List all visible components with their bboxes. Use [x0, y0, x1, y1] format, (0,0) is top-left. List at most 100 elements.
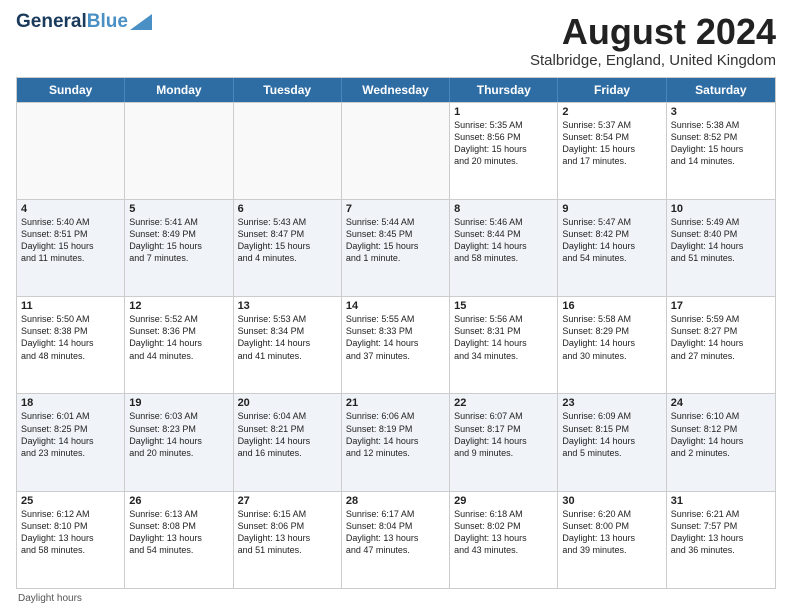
cal-day-19: 19Sunrise: 6:03 AM Sunset: 8:23 PM Dayli…	[125, 394, 233, 490]
day-info: Sunrise: 6:15 AM Sunset: 8:06 PM Dayligh…	[238, 508, 337, 557]
cal-day-7: 7Sunrise: 5:44 AM Sunset: 8:45 PM Daylig…	[342, 200, 450, 296]
day-header-sunday: Sunday	[17, 78, 125, 102]
day-info: Sunrise: 5:49 AM Sunset: 8:40 PM Dayligh…	[671, 216, 771, 265]
calendar-row-3: 11Sunrise: 5:50 AM Sunset: 8:38 PM Dayli…	[17, 296, 775, 393]
day-number: 10	[671, 203, 771, 215]
cal-empty	[17, 103, 125, 199]
page: GeneralBlue August 2024 Stalbridge, Engl…	[0, 0, 792, 612]
day-number: 15	[454, 300, 553, 312]
cal-day-2: 2Sunrise: 5:37 AM Sunset: 8:54 PM Daylig…	[558, 103, 666, 199]
cal-day-8: 8Sunrise: 5:46 AM Sunset: 8:44 PM Daylig…	[450, 200, 558, 296]
day-info: Sunrise: 6:04 AM Sunset: 8:21 PM Dayligh…	[238, 410, 337, 459]
day-number: 29	[454, 495, 553, 507]
cal-day-31: 31Sunrise: 6:21 AM Sunset: 7:57 PM Dayli…	[667, 492, 775, 588]
day-info: Sunrise: 5:59 AM Sunset: 8:27 PM Dayligh…	[671, 313, 771, 362]
logo-blue: Blue	[87, 11, 128, 32]
day-number: 30	[562, 495, 661, 507]
day-number: 7	[346, 203, 445, 215]
cal-day-22: 22Sunrise: 6:07 AM Sunset: 8:17 PM Dayli…	[450, 394, 558, 490]
cal-empty	[234, 103, 342, 199]
cal-day-17: 17Sunrise: 5:59 AM Sunset: 8:27 PM Dayli…	[667, 297, 775, 393]
day-info: Sunrise: 5:38 AM Sunset: 8:52 PM Dayligh…	[671, 119, 771, 168]
title-block: August 2024 Stalbridge, England, United …	[530, 12, 776, 69]
cal-day-18: 18Sunrise: 6:01 AM Sunset: 8:25 PM Dayli…	[17, 394, 125, 490]
day-number: 24	[671, 397, 771, 409]
day-number: 26	[129, 495, 228, 507]
cal-day-25: 25Sunrise: 6:12 AM Sunset: 8:10 PM Dayli…	[17, 492, 125, 588]
calendar-row-4: 18Sunrise: 6:01 AM Sunset: 8:25 PM Dayli…	[17, 393, 775, 490]
day-number: 4	[21, 203, 120, 215]
day-number: 8	[454, 203, 553, 215]
day-number: 2	[562, 106, 661, 118]
day-number: 28	[346, 495, 445, 507]
header: GeneralBlue August 2024 Stalbridge, Engl…	[16, 12, 776, 69]
day-info: Sunrise: 6:13 AM Sunset: 8:08 PM Dayligh…	[129, 508, 228, 557]
day-header-tuesday: Tuesday	[234, 78, 342, 102]
day-number: 22	[454, 397, 553, 409]
day-header-friday: Friday	[558, 78, 666, 102]
cal-day-11: 11Sunrise: 5:50 AM Sunset: 8:38 PM Dayli…	[17, 297, 125, 393]
calendar: SundayMondayTuesdayWednesdayThursdayFrid…	[16, 77, 776, 589]
day-info: Sunrise: 6:09 AM Sunset: 8:15 PM Dayligh…	[562, 410, 661, 459]
day-info: Sunrise: 6:01 AM Sunset: 8:25 PM Dayligh…	[21, 410, 120, 459]
cal-day-26: 26Sunrise: 6:13 AM Sunset: 8:08 PM Dayli…	[125, 492, 233, 588]
day-info: Sunrise: 5:35 AM Sunset: 8:56 PM Dayligh…	[454, 119, 553, 168]
cal-day-23: 23Sunrise: 6:09 AM Sunset: 8:15 PM Dayli…	[558, 394, 666, 490]
day-info: Sunrise: 5:56 AM Sunset: 8:31 PM Dayligh…	[454, 313, 553, 362]
day-info: Sunrise: 5:55 AM Sunset: 8:33 PM Dayligh…	[346, 313, 445, 362]
day-number: 9	[562, 203, 661, 215]
day-number: 18	[21, 397, 120, 409]
day-info: Sunrise: 5:50 AM Sunset: 8:38 PM Dayligh…	[21, 313, 120, 362]
day-info: Sunrise: 6:18 AM Sunset: 8:02 PM Dayligh…	[454, 508, 553, 557]
day-info: Sunrise: 5:46 AM Sunset: 8:44 PM Dayligh…	[454, 216, 553, 265]
day-info: Sunrise: 6:17 AM Sunset: 8:04 PM Dayligh…	[346, 508, 445, 557]
day-info: Sunrise: 6:20 AM Sunset: 8:00 PM Dayligh…	[562, 508, 661, 557]
day-info: Sunrise: 6:21 AM Sunset: 7:57 PM Dayligh…	[671, 508, 771, 557]
calendar-row-2: 4Sunrise: 5:40 AM Sunset: 8:51 PM Daylig…	[17, 199, 775, 296]
day-info: Sunrise: 6:06 AM Sunset: 8:19 PM Dayligh…	[346, 410, 445, 459]
cal-day-24: 24Sunrise: 6:10 AM Sunset: 8:12 PM Dayli…	[667, 394, 775, 490]
cal-day-12: 12Sunrise: 5:52 AM Sunset: 8:36 PM Dayli…	[125, 297, 233, 393]
day-number: 23	[562, 397, 661, 409]
day-number: 6	[238, 203, 337, 215]
day-number: 17	[671, 300, 771, 312]
day-number: 1	[454, 106, 553, 118]
day-number: 21	[346, 397, 445, 409]
day-number: 12	[129, 300, 228, 312]
day-header-monday: Monday	[125, 78, 233, 102]
day-number: 31	[671, 495, 771, 507]
calendar-row-5: 25Sunrise: 6:12 AM Sunset: 8:10 PM Dayli…	[17, 491, 775, 588]
day-number: 25	[21, 495, 120, 507]
day-number: 20	[238, 397, 337, 409]
day-info: Sunrise: 5:47 AM Sunset: 8:42 PM Dayligh…	[562, 216, 661, 265]
calendar-body: 1Sunrise: 5:35 AM Sunset: 8:56 PM Daylig…	[17, 102, 775, 588]
day-number: 14	[346, 300, 445, 312]
day-info: Sunrise: 5:58 AM Sunset: 8:29 PM Dayligh…	[562, 313, 661, 362]
day-info: Sunrise: 6:10 AM Sunset: 8:12 PM Dayligh…	[671, 410, 771, 459]
cal-day-1: 1Sunrise: 5:35 AM Sunset: 8:56 PM Daylig…	[450, 103, 558, 199]
day-info: Sunrise: 6:03 AM Sunset: 8:23 PM Dayligh…	[129, 410, 228, 459]
cal-day-14: 14Sunrise: 5:55 AM Sunset: 8:33 PM Dayli…	[342, 297, 450, 393]
cal-day-29: 29Sunrise: 6:18 AM Sunset: 8:02 PM Dayli…	[450, 492, 558, 588]
cal-day-6: 6Sunrise: 5:43 AM Sunset: 8:47 PM Daylig…	[234, 200, 342, 296]
cal-day-21: 21Sunrise: 6:06 AM Sunset: 8:19 PM Dayli…	[342, 394, 450, 490]
day-info: Sunrise: 6:12 AM Sunset: 8:10 PM Dayligh…	[21, 508, 120, 557]
day-number: 3	[671, 106, 771, 118]
day-number: 19	[129, 397, 228, 409]
cal-day-28: 28Sunrise: 6:17 AM Sunset: 8:04 PM Dayli…	[342, 492, 450, 588]
logo-icon	[130, 14, 152, 30]
cal-day-5: 5Sunrise: 5:41 AM Sunset: 8:49 PM Daylig…	[125, 200, 233, 296]
day-info: Sunrise: 5:52 AM Sunset: 8:36 PM Dayligh…	[129, 313, 228, 362]
cal-empty	[342, 103, 450, 199]
month-year-title: August 2024	[530, 12, 776, 52]
day-info: Sunrise: 6:07 AM Sunset: 8:17 PM Dayligh…	[454, 410, 553, 459]
cal-day-10: 10Sunrise: 5:49 AM Sunset: 8:40 PM Dayli…	[667, 200, 775, 296]
footer-note: Daylight hours	[16, 593, 776, 604]
day-info: Sunrise: 5:40 AM Sunset: 8:51 PM Dayligh…	[21, 216, 120, 265]
logo: GeneralBlue	[16, 12, 152, 31]
day-number: 11	[21, 300, 120, 312]
day-info: Sunrise: 5:41 AM Sunset: 8:49 PM Dayligh…	[129, 216, 228, 265]
day-info: Sunrise: 5:44 AM Sunset: 8:45 PM Dayligh…	[346, 216, 445, 265]
day-info: Sunrise: 5:53 AM Sunset: 8:34 PM Dayligh…	[238, 313, 337, 362]
day-header-thursday: Thursday	[450, 78, 558, 102]
